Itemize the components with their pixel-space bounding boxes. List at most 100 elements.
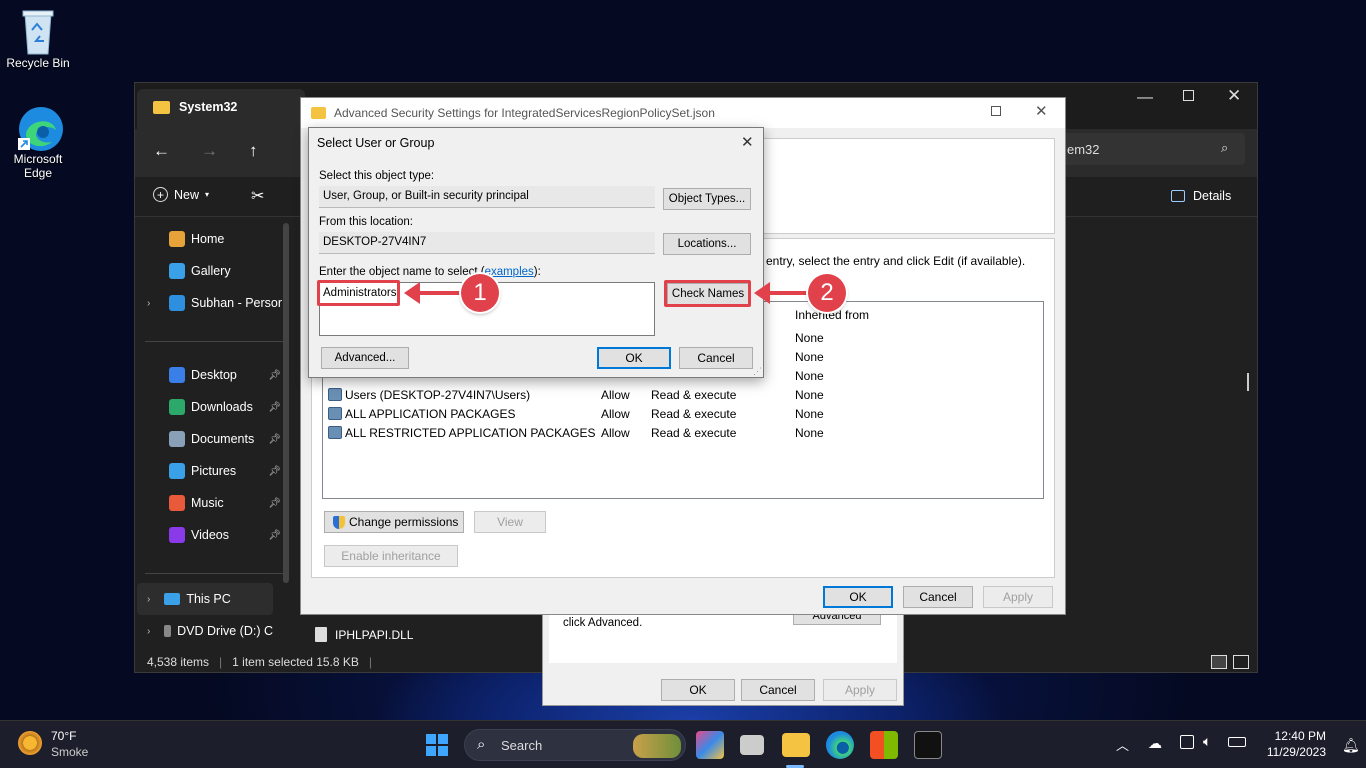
sidebar-item-desktop[interactable]: Desktop 📌︎ [135,359,285,391]
pin-icon: 📌︎ [268,497,281,509]
cell-applies: Read & execute [651,406,737,421]
select-ok-button[interactable]: OK [597,347,671,369]
search-input[interactable]: em32 ⌕ [1061,133,1245,165]
sidebar-item-home[interactable]: Home [135,223,285,255]
locations-button[interactable]: Locations... [663,233,751,255]
back-icon[interactable]: ← [153,141,170,161]
home-icon [169,231,185,247]
maximize-icon[interactable] [991,106,1001,116]
pin-icon: 📌︎ [268,529,281,541]
enable-inheritance-button[interactable]: Enable inheritance [324,545,458,567]
search-highlight-icon [633,734,681,758]
sidebar-divider-2 [145,573,285,574]
resize-grip-icon[interactable]: ⋰ [753,366,762,377]
sidebar-item-videos[interactable]: Videos 📌︎ [135,519,285,551]
cell-principal: Users (DESKTOP-27V4IN7\Users) [345,387,531,402]
copilot-icon[interactable] [696,731,724,759]
maximize-icon[interactable] [1183,90,1194,101]
pin-icon: 📌︎ [268,433,281,445]
battery-icon[interactable] [1228,737,1246,747]
table-row[interactable]: ALL RESTRICTED APPLICATION PACKAGES Allow… [323,423,1043,442]
volume-icon[interactable]: 🔈︎ [1203,733,1211,750]
sidebar-item-label: Videos [191,528,229,542]
table-row[interactable]: ALL APPLICATION PACKAGES Allow Read & exec… [323,404,1043,423]
pictures-icon [169,463,185,479]
recycle-bin-label: Recycle Bin [6,56,70,70]
sidebar-item-music[interactable]: Music 📌︎ [135,487,285,519]
onedrive-icon[interactable]: ☁ [1148,735,1162,752]
taskbar: 70°F Smoke ⌕ Search ︿ ☁ 🔈︎ 12:40 PM 11/2… [0,720,1366,768]
change-permissions-button[interactable]: Change permissions [324,511,464,533]
properties-ok-button[interactable]: OK [661,679,735,701]
dvd-icon [164,625,172,637]
sidebar-item-subhan-persor[interactable]: › Subhan - Persor [135,287,285,319]
forward-icon[interactable]: → [201,141,218,161]
file-row-iphlpapi[interactable]: IPHLPAPI.DLL [315,627,413,642]
close-icon[interactable]: ✕ [741,133,754,151]
terminal-icon[interactable] [914,731,942,759]
close-icon[interactable]: ✕ [1227,86,1241,106]
notification-bell-icon[interactable]: 🔔︎ [1342,737,1360,754]
advanced-ok-button[interactable]: OK [823,586,893,608]
chevron-right-icon: › [147,297,151,309]
close-icon[interactable]: ✕ [1035,102,1048,120]
sidebar-item-gallery[interactable]: Gallery [135,255,285,287]
sidebar-item-pictures[interactable]: Pictures 📌︎ [135,455,285,487]
select-user-or-group-dialog: Select User or Group ✕ Select this objec… [308,127,764,378]
store-icon[interactable] [870,731,898,759]
object-types-button[interactable]: Object Types... [663,188,751,210]
properties-cancel-button[interactable]: Cancel [741,679,815,701]
this-pc-label: This PC [186,592,231,606]
start-button[interactable] [426,734,448,756]
view-button[interactable]: View [474,511,546,533]
edge-label-line1: Microsoft [13,152,63,166]
chevron-up-icon[interactable]: ︿ [1116,735,1129,754]
advanced-cancel-button[interactable]: Cancel [903,586,973,608]
gallery-icon [169,263,185,279]
sidebar-item-this-pc[interactable]: › This PC [137,583,273,615]
details-view-icon[interactable] [1211,655,1227,669]
tab-system32[interactable]: System32 [137,89,305,129]
computer-icon [164,593,181,605]
group-icon [328,426,342,439]
new-button[interactable]: + New ▾ [153,187,209,202]
sidebar-scrollbar[interactable] [283,223,289,583]
file-explorer-taskbar-icon[interactable] [782,733,810,757]
tiles-view-icon[interactable] [1233,655,1249,669]
table-row[interactable]: Users (DESKTOP-27V4IN7\Users) Allow Read &… [323,385,1043,404]
sidebar-item-dvd[interactable]: › DVD Drive (D:) C [137,615,273,647]
properties-apply-button[interactable]: Apply [823,679,897,701]
advanced-apply-button[interactable]: Apply [983,586,1053,608]
minimize-icon[interactable]: — [1137,89,1153,107]
select-title: Select User or Group [317,136,435,150]
clock-date[interactable]: 11/29/2023 [1260,745,1326,759]
group-icon [328,388,342,401]
taskbar-search[interactable]: ⌕ Search [464,729,686,761]
sidebar-item-documents[interactable]: Documents 📌︎ [135,423,285,455]
properties-hint: click Advanced. [563,617,643,629]
select-advanced-button[interactable]: Advanced... [321,347,409,369]
up-icon[interactable]: ↑ [249,141,258,161]
weather-icon[interactable] [18,731,42,755]
details-label: Details [1193,189,1232,203]
recycle-bin[interactable]: Recycle Bin [0,8,76,70]
sidebar-item-downloads[interactable]: Downloads 📌︎ [135,391,285,423]
status-bar: 4,538 items | 1 item selected 15.8 KB | [147,655,373,669]
task-view-icon[interactable] [740,735,764,755]
chevron-down-icon: ▾ [205,190,210,199]
details-button[interactable]: Details [1171,189,1231,203]
weather-desc: Smoke [51,745,89,759]
select-cancel-button[interactable]: Cancel [679,347,753,369]
edge-taskbar-icon[interactable] [826,731,854,759]
search-icon: ⌕ [1221,140,1229,155]
cell-applies: Read & execute [651,387,737,402]
clock-time[interactable]: 12:40 PM [1266,729,1326,743]
downloads-icon [169,399,185,415]
content-scrollbar[interactable] [1247,373,1249,391]
status-item-count: 4,538 items [147,655,210,669]
sidebar-item-label: Home [191,232,225,246]
microsoft-edge-shortcut[interactable]: Microsoft Edge [0,104,76,180]
cut-icon[interactable]: ✂ [251,186,264,206]
search-label: Search [501,738,543,753]
network-icon[interactable] [1180,735,1194,749]
